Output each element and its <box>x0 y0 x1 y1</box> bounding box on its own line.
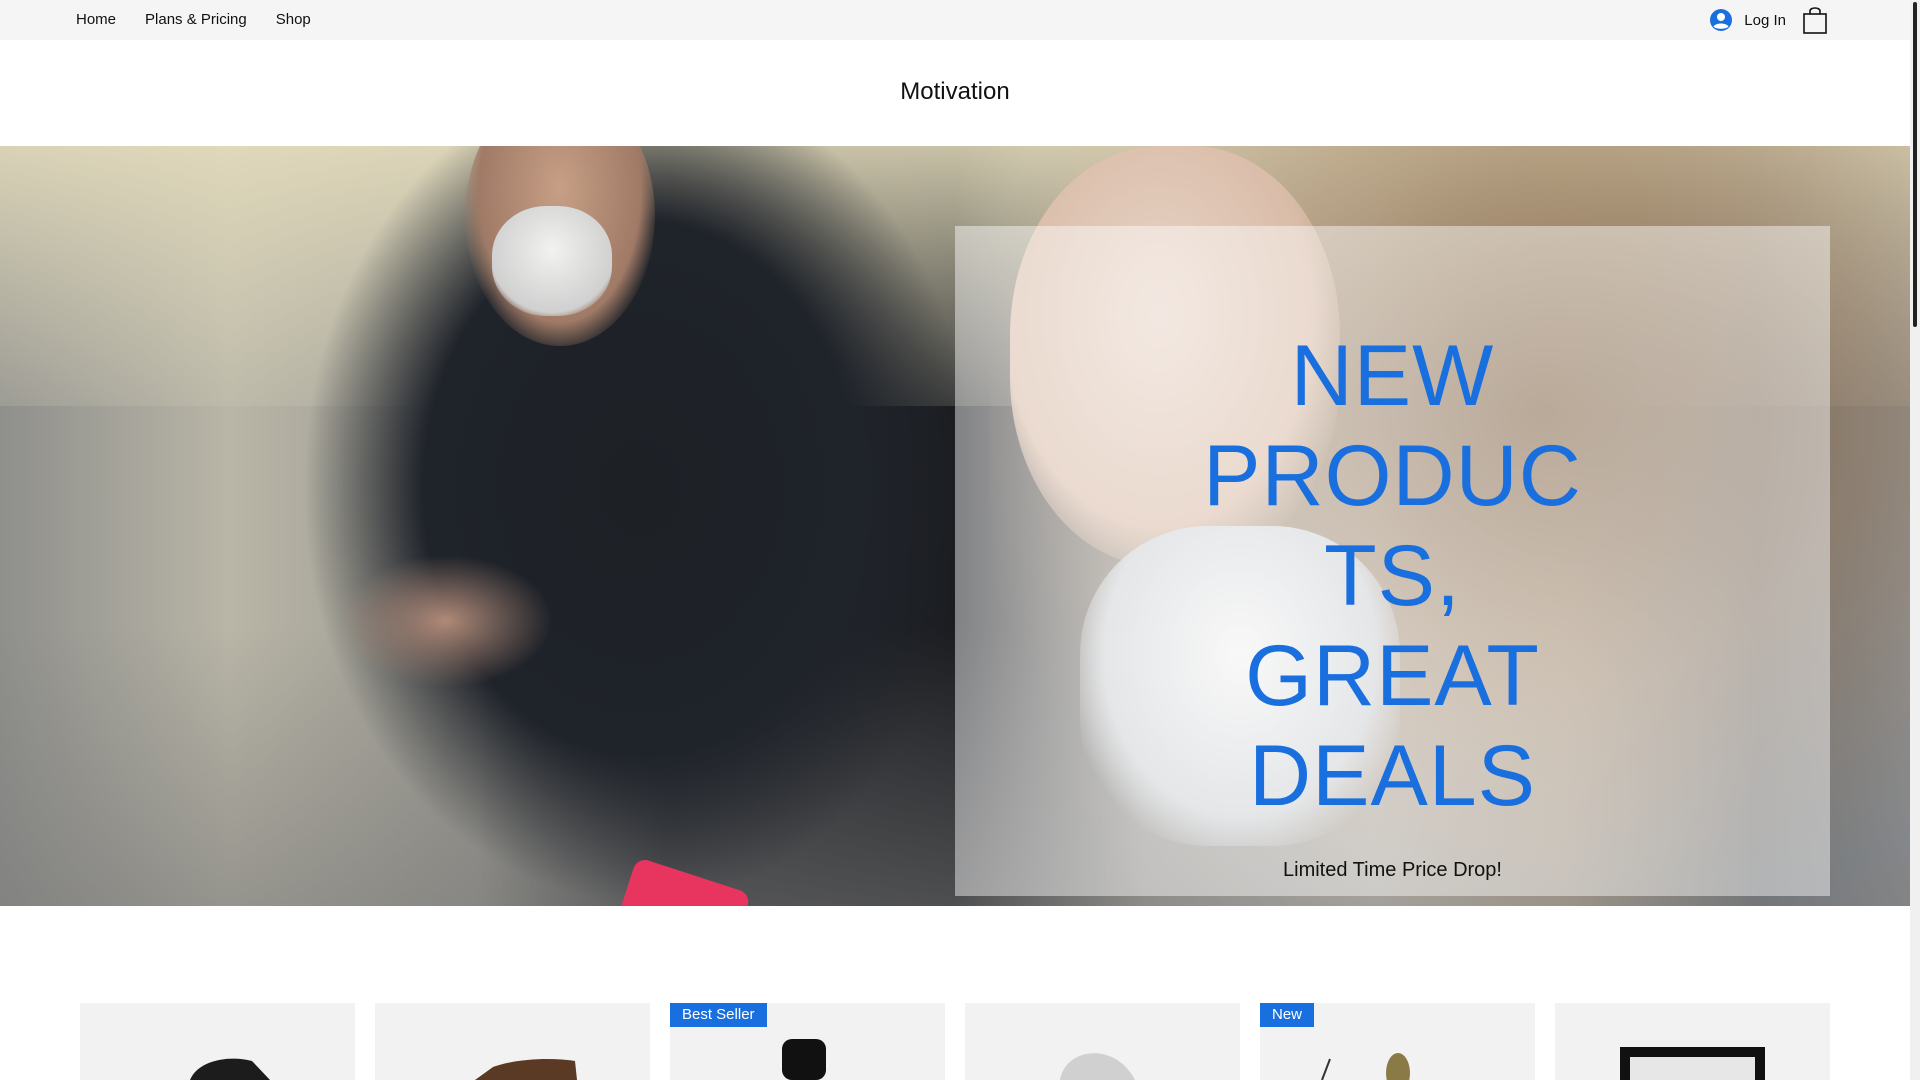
site-title: Motivation <box>900 78 1010 105</box>
shopping-bag-icon <box>1803 7 1827 34</box>
cart-button[interactable] <box>1800 5 1830 35</box>
product-gallery: Best Seller New <box>80 1003 1830 1080</box>
hero-headline-line: GREAT <box>1245 628 1540 724</box>
product-card[interactable]: New <box>1260 1003 1535 1080</box>
product-image <box>1060 1053 1135 1080</box>
scrollbar-thumb[interactable] <box>1913 2 1917 327</box>
top-navigation-bar: Home Plans & Pricing Shop Log In <box>0 0 1910 40</box>
nav-item-home[interactable]: Home <box>72 0 120 40</box>
product-card[interactable]: Best Seller <box>670 1003 945 1080</box>
best-seller-badge: Best Seller <box>670 1003 767 1027</box>
hero-headline-line: NEW <box>1290 328 1495 424</box>
main-nav: Home Plans & Pricing Shop <box>72 0 315 40</box>
user-avatar-icon <box>1710 9 1733 31</box>
hero-headline-line: TS, <box>1324 528 1461 624</box>
product-image <box>190 1058 270 1080</box>
nav-item-plans-pricing[interactable]: Plans & Pricing <box>141 0 251 40</box>
product-card[interactable] <box>965 1003 1240 1080</box>
login-label: Log In <box>1744 11 1786 29</box>
product-image <box>475 1059 577 1080</box>
hero-man-face-mask <box>492 206 612 316</box>
product-card[interactable] <box>1555 1003 1830 1080</box>
product-card[interactable] <box>375 1003 650 1080</box>
hero-man-hands-phone <box>340 556 550 686</box>
nav-item-shop[interactable]: Shop <box>272 0 315 40</box>
hero-text-panel: NEW PRODUC TS, GREAT DEALS Limited Time … <box>955 226 1830 896</box>
hero-subline: Limited Time Price Drop! <box>1283 859 1502 881</box>
product-card[interactable] <box>80 1003 355 1080</box>
product-image <box>1620 1047 1765 1080</box>
hero-headline: NEW PRODUC TS, GREAT DEALS <box>955 326 1830 826</box>
page-scrollbar[interactable] <box>1910 0 1920 1080</box>
hero-headline-line: PRODUC <box>1203 428 1582 524</box>
login-button[interactable]: Log In <box>1710 0 1786 40</box>
new-badge: New <box>1260 1003 1315 1027</box>
hero-headline-line: DEALS <box>1248 728 1537 824</box>
hero-banner: NEW PRODUC TS, GREAT DEALS Limited Time … <box>0 146 1910 906</box>
